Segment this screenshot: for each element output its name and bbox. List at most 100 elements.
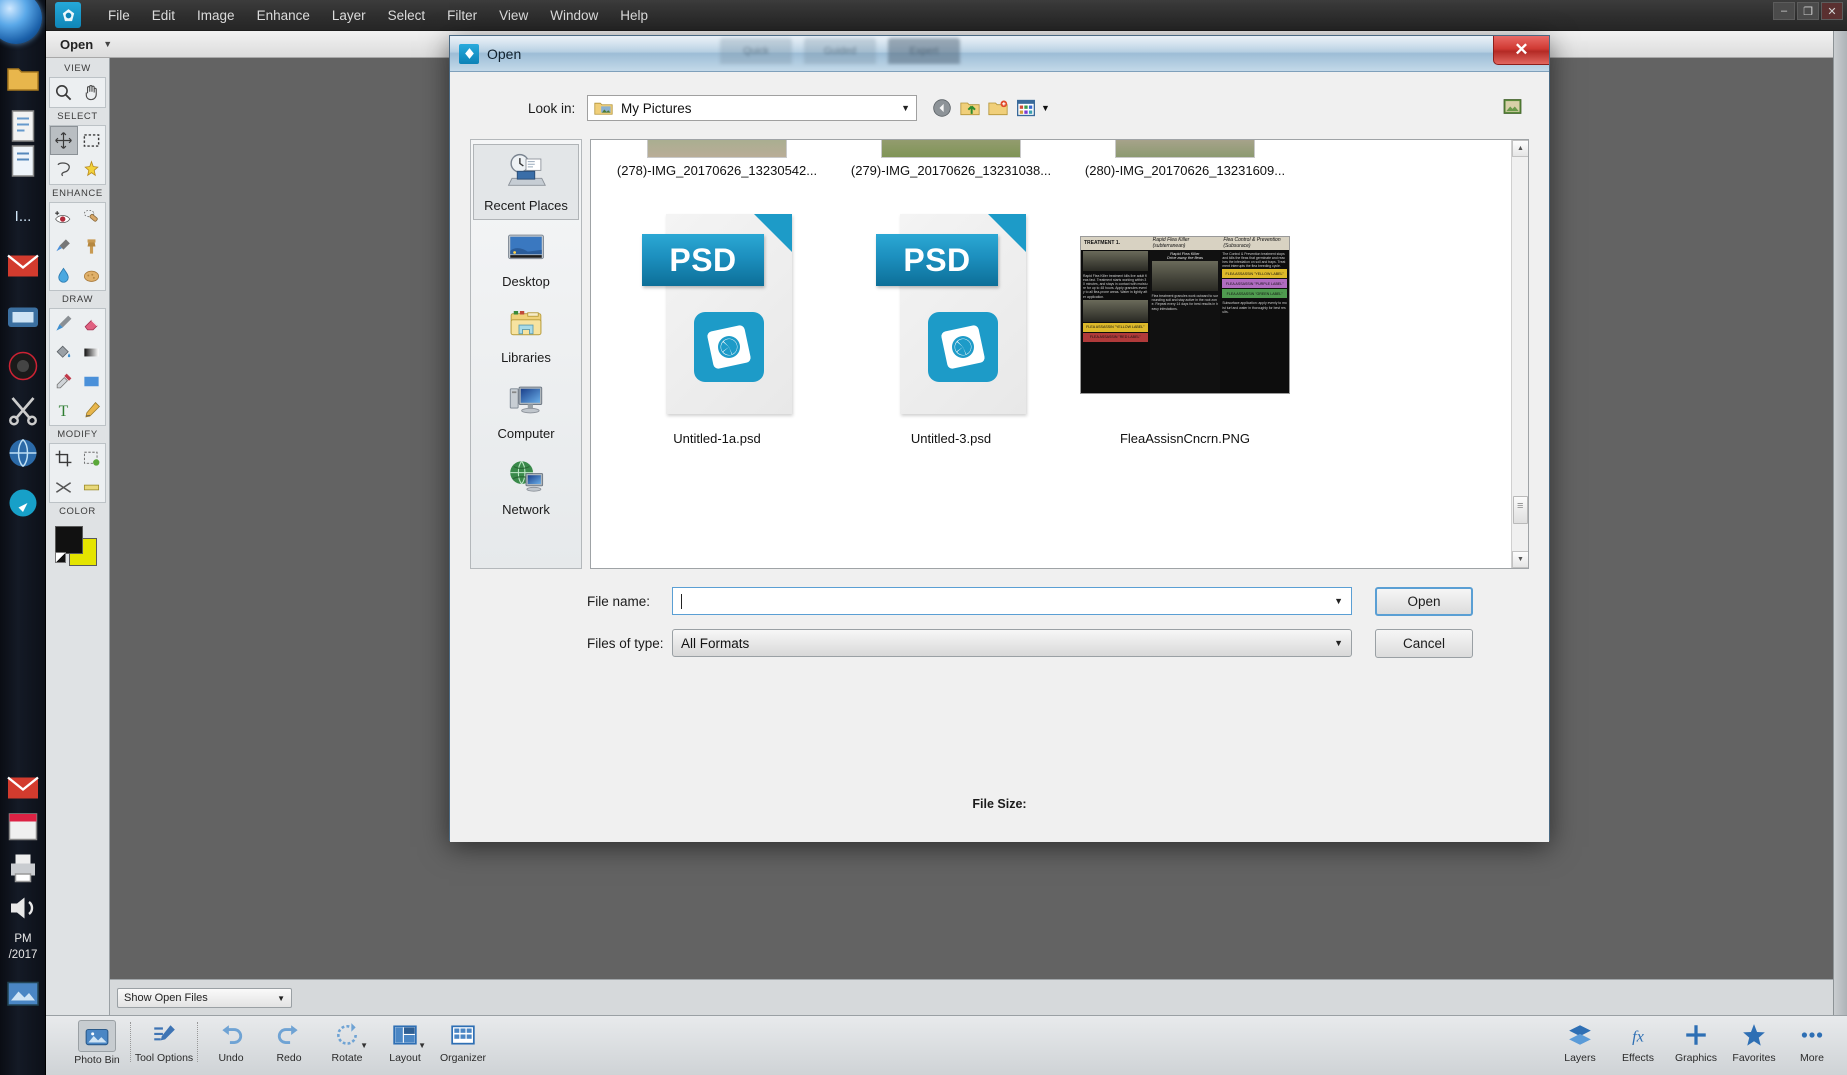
place-network[interactable]: Network <box>473 448 579 524</box>
tray-icon-speaker[interactable] <box>5 890 41 926</box>
file-name-input[interactable]: ▼ <box>672 587 1352 615</box>
red-eye-removal-tool[interactable] <box>50 203 78 232</box>
move-tool[interactable] <box>50 126 78 155</box>
place-computer[interactable]: Computer <box>473 372 579 448</box>
file-item[interactable]: (278)-IMG_20170626_13230542... <box>600 140 834 178</box>
file-item[interactable]: TREATMENT 1. Rapid Flea Killer (subterra… <box>1068 212 1302 446</box>
foreground-color-swatch[interactable] <box>54 526 83 554</box>
new-folder-icon[interactable] <box>987 97 1009 119</box>
eraser-tool[interactable] <box>78 309 106 338</box>
menu-layer[interactable]: Layer <box>321 4 377 27</box>
chevron-down-icon[interactable]: ▼ <box>901 103 910 113</box>
cookie-cutter-tool[interactable] <box>78 444 106 473</box>
open-button[interactable]: Open <box>1375 587 1473 616</box>
paint-bucket-tool[interactable] <box>50 338 78 367</box>
menu-image[interactable]: Image <box>186 4 246 27</box>
tray-icon-mail2[interactable] <box>5 770 41 806</box>
clone-stamp-tool[interactable] <box>78 232 106 261</box>
tray-icon-folder[interactable] <box>5 60 41 96</box>
crop-tool[interactable] <box>50 444 78 473</box>
chevron-down-icon[interactable]: ▼ <box>103 39 112 49</box>
place-desktop[interactable]: Desktop <box>473 220 579 296</box>
layout-button[interactable]: Layout ▼ <box>376 1020 434 1064</box>
lasso-tool[interactable] <box>50 155 78 184</box>
chevron-down-icon[interactable]: ▼ <box>360 1041 368 1050</box>
undo-button[interactable]: Undo <box>202 1020 260 1064</box>
scroll-up-button[interactable]: ▲ <box>1512 140 1528 157</box>
menu-edit[interactable]: Edit <box>141 4 186 27</box>
minimize-button[interactable]: – <box>1773 2 1795 20</box>
menu-enhance[interactable]: Enhance <box>246 4 321 27</box>
straighten-tool[interactable] <box>78 473 106 502</box>
dialog-close-button[interactable]: ✕ <box>1493 36 1549 65</box>
cancel-button[interactable]: Cancel <box>1375 629 1473 658</box>
tool-options-button[interactable]: Tool Options <box>135 1020 193 1064</box>
chevron-down-icon[interactable]: ▼ <box>1334 596 1343 606</box>
menu-filter[interactable]: Filter <box>436 4 488 27</box>
more-button[interactable]: More <box>1783 1020 1841 1064</box>
views-grid-icon[interactable] <box>1015 97 1037 119</box>
chevron-down-icon[interactable]: ▼ <box>418 1041 426 1050</box>
type-tool[interactable]: T <box>50 396 78 425</box>
tray-icon-compass[interactable] <box>5 485 41 521</box>
tray-icon-app-l[interactable]: I... <box>5 198 41 234</box>
smart-brush-tool[interactable] <box>50 232 78 261</box>
tab-quick[interactable]: Quick <box>720 38 792 64</box>
file-list-scrollbar[interactable]: ▲ ▼ <box>1511 140 1528 568</box>
default-colors-icon[interactable] <box>54 552 66 563</box>
effects-button[interactable]: fx Effects <box>1609 1020 1667 1065</box>
scrollbar-thumb[interactable] <box>1513 496 1528 524</box>
tab-expert[interactable]: Expert <box>888 38 960 64</box>
pencil-tool[interactable] <box>78 396 106 425</box>
spot-healing-brush-tool[interactable] <box>78 203 106 232</box>
place-libraries[interactable]: Libraries <box>473 296 579 372</box>
brush-tool[interactable] <box>50 309 78 338</box>
tray-icon-media[interactable] <box>5 300 41 336</box>
shape-tool[interactable] <box>78 367 106 396</box>
favorites-button[interactable]: Favorites <box>1725 1020 1783 1064</box>
graphics-button[interactable]: Graphics <box>1667 1020 1725 1064</box>
tray-icon-globe[interactable] <box>5 435 41 471</box>
tray-icon-camera[interactable] <box>5 348 41 384</box>
tray-icon-mail[interactable] <box>5 248 41 284</box>
tab-guided[interactable]: Guided <box>804 38 876 64</box>
tray-icon-document[interactable] <box>5 108 41 144</box>
close-button[interactable]: ✕ <box>1821 2 1843 20</box>
back-arrow-icon[interactable] <box>931 97 953 119</box>
windows-start-orb[interactable] <box>0 0 42 44</box>
zoom-tool[interactable] <box>50 78 78 107</box>
place-recent-places[interactable]: Recent Places <box>473 144 579 220</box>
tray-icon-scissors[interactable] <box>5 392 41 428</box>
menu-select[interactable]: Select <box>377 4 437 27</box>
organizer-button[interactable]: Organizer <box>434 1020 492 1064</box>
files-of-type-select[interactable]: All Formats ▼ <box>672 629 1352 657</box>
show-open-files-select[interactable]: Show Open Files ▼ <box>117 988 292 1008</box>
tray-icon-document2[interactable] <box>5 143 41 179</box>
rotate-button[interactable]: Rotate ▼ <box>318 1020 376 1064</box>
maximize-button[interactable]: ❐ <box>1797 2 1819 20</box>
tray-icon-calendar[interactable] <box>5 808 41 844</box>
sponge-tool[interactable] <box>78 261 106 290</box>
file-list-pane[interactable]: (278)-IMG_20170626_13230542... (279)-IMG… <box>590 139 1529 569</box>
look-in-combobox[interactable]: My Pictures ▼ <box>587 95 917 121</box>
redo-button[interactable]: Redo <box>260 1020 318 1064</box>
photo-bin-button[interactable]: Photo Bin <box>68 1020 126 1066</box>
image-preview-toggle[interactable] <box>1501 96 1523 116</box>
file-item[interactable]: PSD <box>834 212 1068 446</box>
scroll-down-button[interactable]: ▼ <box>1512 551 1528 568</box>
file-item[interactable]: (279)-IMG_20170626_13231038... <box>834 140 1068 178</box>
rectangular-marquee-tool[interactable] <box>78 126 106 155</box>
hand-tool[interactable] <box>78 78 106 107</box>
file-item[interactable]: (280)-IMG_20170626_13231609... <box>1068 140 1302 178</box>
eyedropper-tool[interactable] <box>50 367 78 396</box>
up-folder-icon[interactable] <box>959 97 981 119</box>
layers-button[interactable]: Layers <box>1551 1020 1609 1064</box>
blur-tool[interactable] <box>50 261 78 290</box>
recompose-tool[interactable] <box>50 473 78 502</box>
file-item[interactable]: PSD <box>600 212 834 446</box>
quick-selection-tool[interactable] <box>78 155 106 184</box>
chevron-down-icon[interactable]: ▼ <box>1334 638 1343 648</box>
tray-icon-printer[interactable] <box>5 850 41 886</box>
menu-help[interactable]: Help <box>609 4 659 27</box>
menu-file[interactable]: File <box>97 4 141 27</box>
